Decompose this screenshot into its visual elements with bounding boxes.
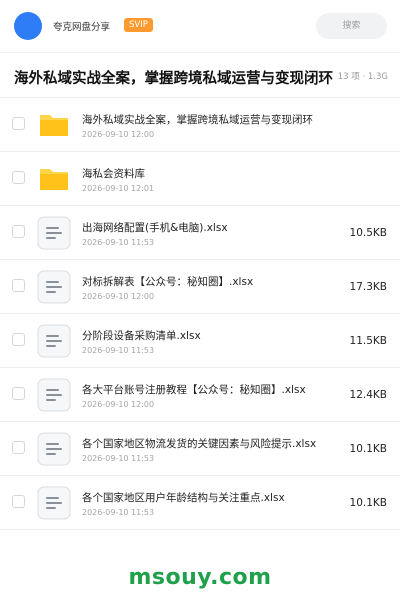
search-button[interactable]: 搜索 bbox=[316, 13, 387, 39]
file-name[interactable]: 海外私域实战全案，掌握跨境私域运营与变现闭环 bbox=[82, 112, 313, 127]
owner-avatar[interactable] bbox=[14, 12, 42, 40]
file-size: 12.4KB bbox=[349, 389, 387, 401]
folder-title-bar: 海外私域实战全案，掌握跨境私域运营与变现闭环 13 项 · 1.3G bbox=[0, 52, 400, 98]
select-checkbox[interactable] bbox=[12, 495, 25, 508]
file-size: 10.1KB bbox=[349, 443, 387, 455]
file-name[interactable]: 各大平台账号注册教程【公众号：秘知圈】.xlsx bbox=[82, 382, 306, 397]
folder-title: 海外私域实战全案，掌握跨境私域运营与变现闭环 bbox=[14, 71, 333, 87]
select-checkbox[interactable] bbox=[12, 387, 25, 400]
file-size: 10.1KB bbox=[349, 497, 387, 509]
file-row[interactable]: 海外私域实战全案，掌握跨境私域运营与变现闭环 2026-09-10 12:00 bbox=[0, 98, 400, 152]
file-size: 11.5KB bbox=[349, 335, 387, 347]
file-name[interactable]: 出海网络配置(手机&电脑).xlsx bbox=[82, 220, 228, 235]
spreadsheet-file-icon bbox=[37, 216, 71, 250]
file-date: 2026-09-10 11:53 bbox=[82, 346, 155, 355]
file-date: 2026-09-10 12:00 bbox=[82, 292, 155, 301]
spreadsheet-file-icon bbox=[37, 486, 71, 520]
spreadsheet-file-icon bbox=[37, 324, 71, 358]
file-date: 2026-09-10 11:53 bbox=[82, 454, 155, 463]
select-checkbox[interactable] bbox=[12, 333, 25, 346]
folder-icon bbox=[37, 108, 71, 142]
footer: msouy.com bbox=[0, 552, 400, 600]
file-row[interactable]: 各个国家地区用户年龄结构与关注重点.xlsx 2026-09-10 11:53 10… bbox=[0, 476, 400, 530]
select-checkbox[interactable] bbox=[12, 171, 25, 184]
select-checkbox[interactable] bbox=[12, 225, 25, 238]
file-row[interactable]: 各大平台账号注册教程【公众号：秘知圈】.xlsx 2026-09-10 12:00… bbox=[0, 368, 400, 422]
file-date: 2026-09-10 12:00 bbox=[82, 130, 155, 139]
file-name[interactable]: 分阶段设备采购清单.xlsx bbox=[82, 328, 201, 343]
watermark-text: msouy.com bbox=[128, 565, 272, 590]
owner-name[interactable]: 夸克网盘分享 bbox=[53, 19, 110, 33]
file-date: 2026-09-10 12:01 bbox=[82, 184, 155, 193]
file-row[interactable]: 对标拆解表【公众号：秘知圈】.xlsx 2026-09-10 12:00 17.3K… bbox=[0, 260, 400, 314]
file-name[interactable]: 对标拆解表【公众号：秘知圈】.xlsx bbox=[82, 274, 253, 289]
file-row[interactable]: 各个国家地区物流发货的关键因素与风险提示.xlsx 2026-09-10 11:5… bbox=[0, 422, 400, 476]
file-date: 2026-09-10 11:53 bbox=[82, 508, 155, 517]
file-row[interactable]: 出海网络配置(手机&电脑).xlsx 2026-09-10 11:53 10.5KB bbox=[0, 206, 400, 260]
select-checkbox[interactable] bbox=[12, 441, 25, 454]
file-name[interactable]: 各个国家地区用户年龄结构与关注重点.xlsx bbox=[82, 490, 285, 505]
file-date: 2026-09-10 11:53 bbox=[82, 238, 155, 247]
file-size: 17.3KB bbox=[349, 281, 387, 293]
spreadsheet-file-icon bbox=[37, 378, 71, 412]
folder-meta: 13 项 · 1.3G bbox=[331, 70, 388, 82]
folder-icon bbox=[37, 162, 71, 196]
file-row[interactable]: 分阶段设备采购清单.xlsx 2026-09-10 11:53 11.5KB bbox=[0, 314, 400, 368]
file-name[interactable]: 海私会资料库 bbox=[82, 166, 145, 181]
spreadsheet-file-icon bbox=[37, 270, 71, 304]
file-date: 2026-09-10 12:00 bbox=[82, 400, 155, 409]
file-size: 10.5KB bbox=[349, 227, 387, 239]
share-header: 夸克网盘分享 SVIP 搜索 bbox=[0, 0, 400, 52]
select-checkbox[interactable] bbox=[12, 279, 25, 292]
spreadsheet-file-icon bbox=[37, 432, 71, 466]
select-checkbox[interactable] bbox=[12, 117, 25, 130]
file-name[interactable]: 各个国家地区物流发货的关键因素与风险提示.xlsx bbox=[82, 436, 316, 451]
svip-badge: SVIP bbox=[124, 18, 153, 32]
file-list: 海外私域实战全案，掌握跨境私域运营与变现闭环 2026-09-10 12:00 海私… bbox=[0, 98, 400, 530]
file-row[interactable]: 海私会资料库 2026-09-10 12:01 bbox=[0, 152, 400, 206]
